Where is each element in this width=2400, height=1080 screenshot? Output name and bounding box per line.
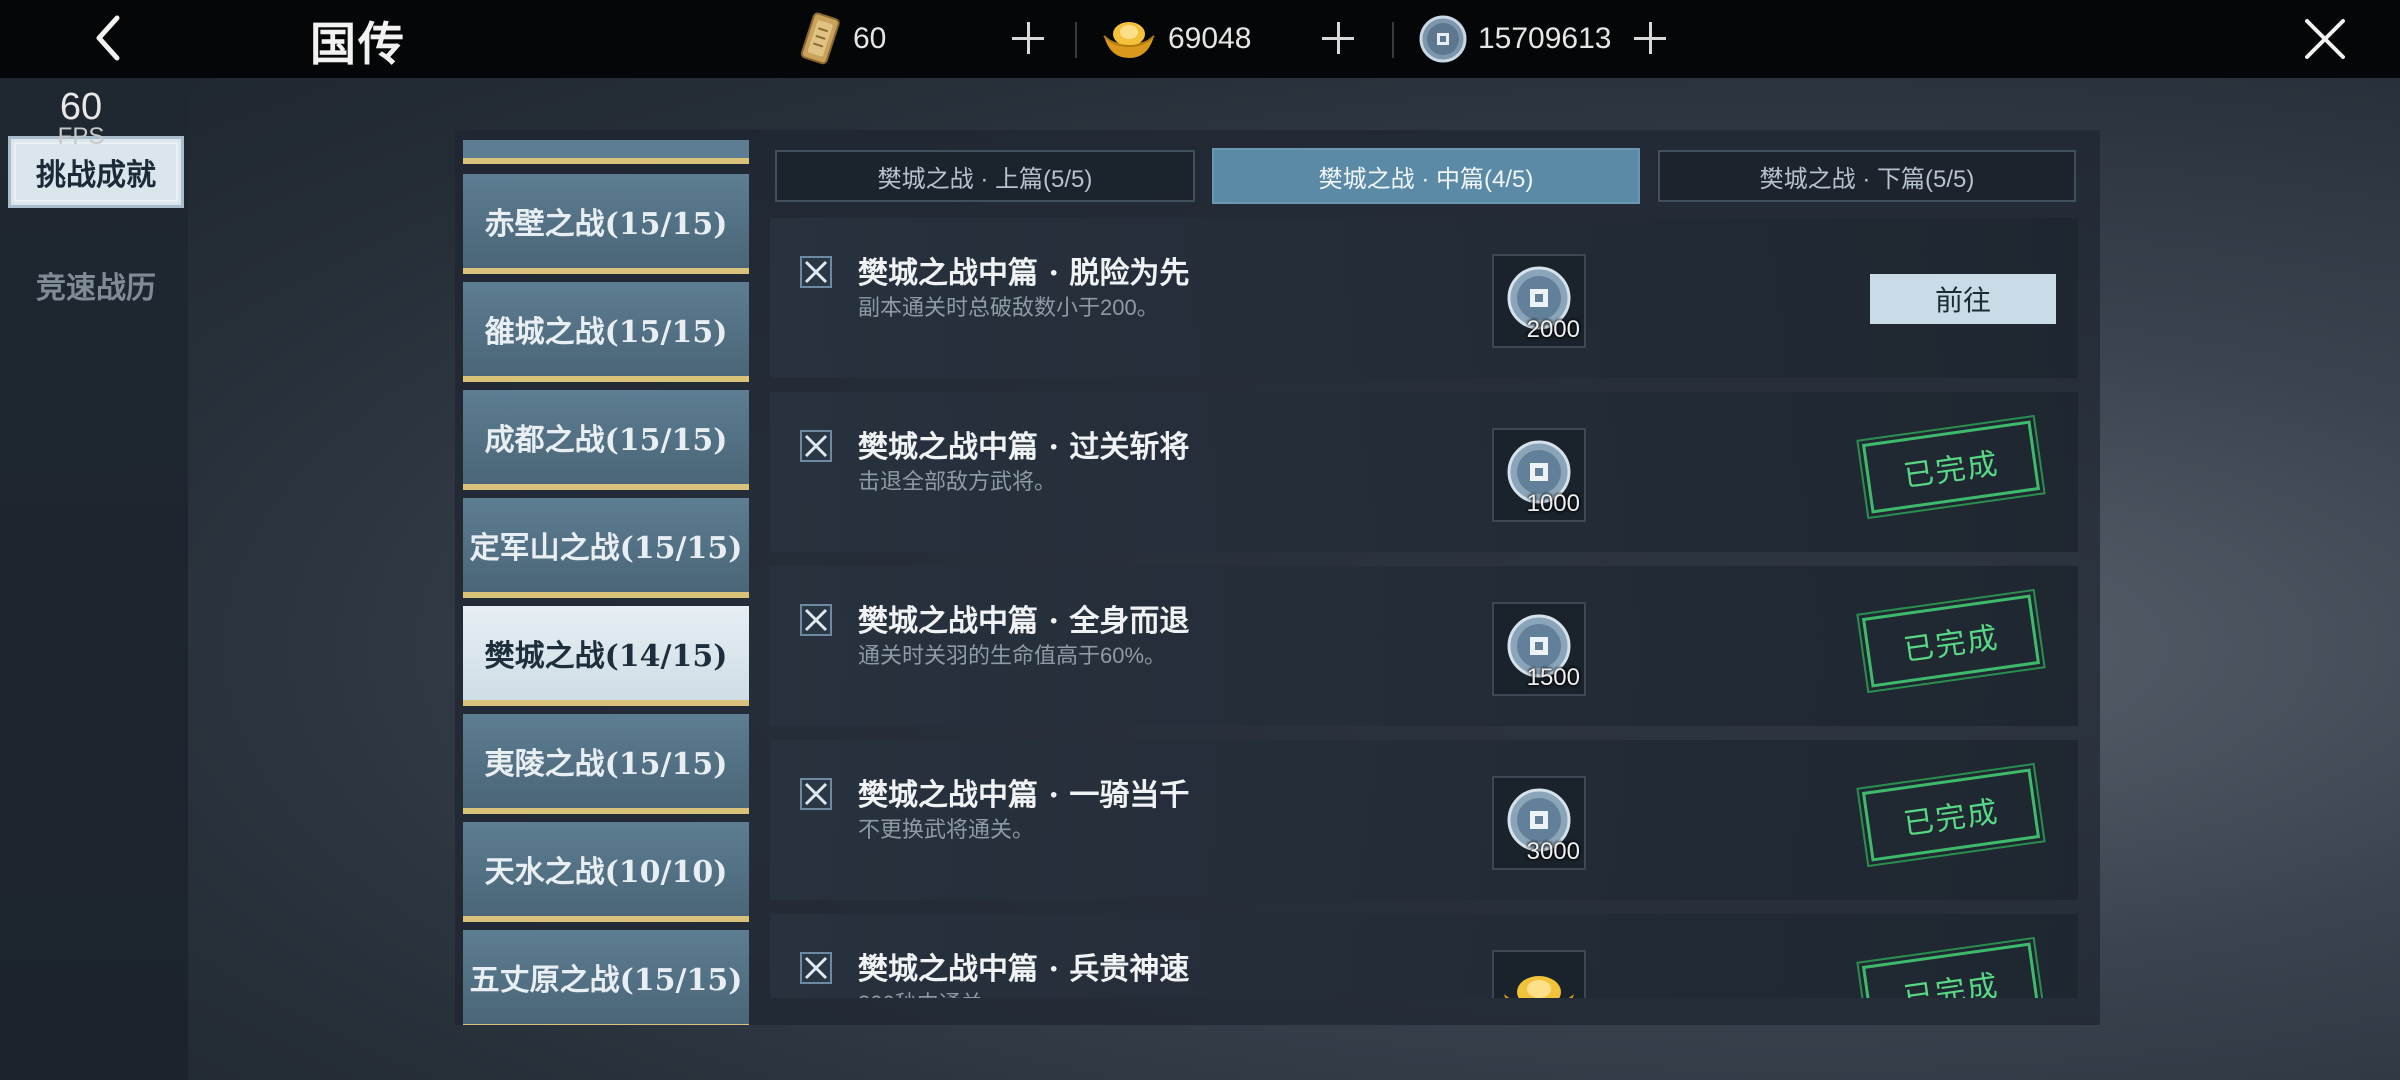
reward-quantity: 1500 <box>1526 664 1580 691</box>
reward-slot[interactable]: 1500 <box>1492 602 1586 696</box>
goto-button[interactable]: 前往 <box>1870 274 2056 324</box>
completed-stamp: 已完成 <box>1856 587 2046 695</box>
page-title: 国传 <box>310 17 406 71</box>
back-button[interactable] <box>88 10 128 66</box>
gold-count: 69048 <box>1168 22 1252 55</box>
divider <box>1392 22 1394 58</box>
gold-ingot-icon <box>1504 976 1574 998</box>
add-token-button[interactable] <box>1010 20 1046 56</box>
achievement-desc: 击退全部敌方武将。 <box>858 469 1057 494</box>
achievement-name: 樊城之战中篇 · 一骑当千 <box>858 778 1190 813</box>
battle-list-item[interactable]: 定军山之战(15/15) <box>463 498 749 598</box>
reward-quantity: 1000 <box>1526 490 1580 517</box>
fps-counter: 60 FPS <box>36 86 126 156</box>
achievement-list[interactable]: 樊城之战中篇 · 脱险为先 副本通关时总破敌数小于200。 2000 前往 樊城… <box>770 218 2078 998</box>
gold-ingot-icon <box>1103 22 1155 58</box>
reward-quantity: 2000 <box>1526 316 1580 343</box>
side-nav <box>0 78 188 1080</box>
currency-gold: 69048 <box>1100 10 1251 68</box>
battle-list[interactable]: 赤壁之战(15/15) 雒城之战(15/15) 成都之战(15/15) 定军山之… <box>463 140 749 1025</box>
achievement-row: 樊城之战中篇 · 兵贵神速 300秒内通关 已完成 <box>770 914 2078 998</box>
coin-icon <box>1419 15 1467 63</box>
reward-slot[interactable]: 2000 <box>1492 254 1586 348</box>
divider <box>1075 22 1077 58</box>
battle-list-item[interactable]: 雒城之战(15/15) <box>463 282 749 382</box>
reward-slot[interactable]: 1000 <box>1492 428 1586 522</box>
achievement-name: 樊城之战中篇 · 脱险为先 <box>858 256 1190 291</box>
coin-count: 15709613 <box>1478 22 1612 55</box>
tab-speed-records[interactable]: 竞速战历 <box>8 250 184 320</box>
crossed-swords-icon <box>800 778 832 810</box>
completed-stamp: 已完成 <box>1856 761 2046 869</box>
reward-slot[interactable] <box>1492 950 1586 998</box>
reward-slot[interactable]: 3000 <box>1492 776 1586 870</box>
token-card-icon <box>800 12 840 65</box>
battle-list-item[interactable] <box>463 140 749 164</box>
battle-list-item[interactable]: 五丈原之战(15/15) <box>463 930 749 1025</box>
achievement-row: 樊城之战中篇 · 脱险为先 副本通关时总破敌数小于200。 2000 前往 <box>770 218 2078 378</box>
crossed-swords-icon <box>800 430 832 462</box>
achievement-name: 樊城之战中篇 · 兵贵神速 <box>858 952 1190 987</box>
completed-stamp: 已完成 <box>1856 935 2046 998</box>
battle-list-item[interactable]: 成都之战(15/15) <box>463 390 749 490</box>
token-count: 60 <box>853 22 887 55</box>
achievement-desc: 副本通关时总破敌数小于200。 <box>858 295 1159 320</box>
achievement-row: 樊城之战中篇 · 一骑当千 不更换武将通关。 3000 已完成 <box>770 740 2078 900</box>
tab-part-lower[interactable]: 樊城之战 · 下篇(5/5) <box>1658 150 2076 202</box>
achievement-desc: 通关时关羽的生命值高于60%。 <box>858 643 1167 668</box>
close-button[interactable] <box>2300 14 2350 64</box>
tab-part-upper[interactable]: 樊城之战 · 上篇(5/5) <box>775 150 1195 202</box>
crossed-swords-icon <box>800 952 832 984</box>
achievement-row: 樊城之战中篇 · 全身而退 通关时关羽的生命值高于60%。 1500 已完成 <box>770 566 2078 726</box>
crossed-swords-icon <box>800 604 832 636</box>
add-gold-button[interactable] <box>1320 20 1356 56</box>
completed-stamp: 已完成 <box>1856 413 2046 521</box>
achievement-name: 樊城之战中篇 · 过关斩将 <box>858 430 1190 465</box>
achievement-desc: 300秒内通关 <box>858 986 983 998</box>
fps-label: FPS <box>57 123 105 150</box>
achievement-desc: 不更换武将通关。 <box>858 817 1035 842</box>
top-bar: 国传 60 69048 15709613 <box>0 0 2400 78</box>
achievement-name: 樊城之战中篇 · 全身而退 <box>858 604 1190 639</box>
battle-list-item[interactable]: 天水之战(10/10) <box>463 822 749 922</box>
battle-list-item[interactable]: 夷陵之战(15/15) <box>463 714 749 814</box>
battle-list-item-selected[interactable]: 樊城之战(14/15) <box>463 606 749 706</box>
reward-quantity: 3000 <box>1526 838 1580 865</box>
add-coin-button[interactable] <box>1632 20 1668 56</box>
chevron-left-icon <box>96 15 120 61</box>
tab-part-middle[interactable]: 樊城之战 · 中篇(4/5) <box>1212 148 1640 204</box>
close-icon <box>2305 19 2345 59</box>
fps-value: 60 <box>59 86 103 128</box>
crossed-swords-icon <box>800 256 832 288</box>
currency-coin: 15709613 <box>1418 10 1611 68</box>
battle-list-item[interactable]: 赤壁之战(15/15) <box>463 174 749 274</box>
achievement-row: 樊城之战中篇 · 过关斩将 击退全部敌方武将。 1000 已完成 <box>770 392 2078 552</box>
currency-token: 60 <box>795 10 886 68</box>
